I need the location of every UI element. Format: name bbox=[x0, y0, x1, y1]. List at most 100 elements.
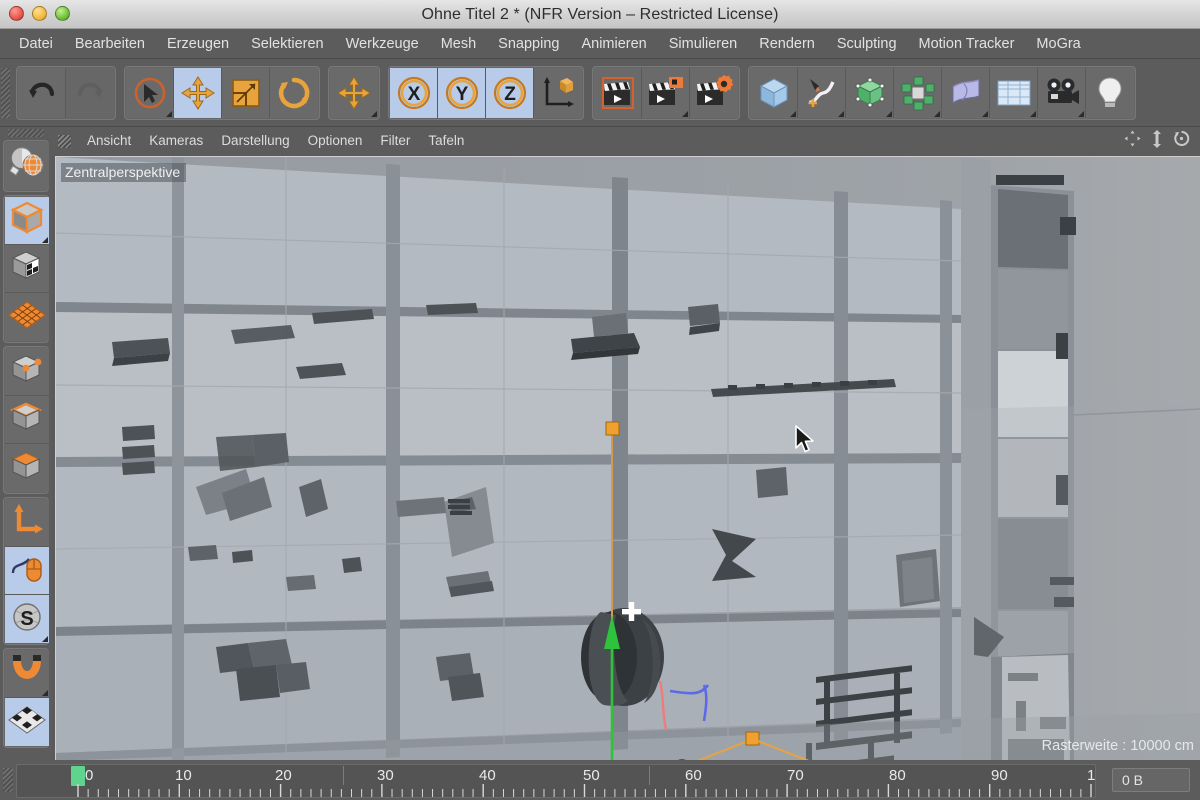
timeline-ruler[interactable]: 0 10 20 30 40 50 60 70 80 90 100 bbox=[16, 764, 1096, 798]
viewport-menu-ansicht[interactable]: Ansicht bbox=[78, 127, 140, 155]
viewport-3d[interactable]: Zentralperspektive Rasterweite : 10000 c… bbox=[55, 156, 1200, 760]
workplane-snap-button[interactable] bbox=[5, 698, 49, 746]
lock-z-button[interactable]: Z bbox=[486, 67, 534, 118]
left-group-render-preview bbox=[3, 140, 49, 192]
workplane-mode-button[interactable] bbox=[5, 293, 49, 341]
viewport-menu-kameras[interactable]: Kameras bbox=[140, 127, 212, 155]
toolbar-group-transform bbox=[124, 65, 320, 120]
rotate-circle-icon bbox=[275, 74, 313, 112]
left-toolbar-grip[interactable] bbox=[8, 129, 44, 137]
menu-item-datei[interactable]: Datei bbox=[8, 29, 64, 59]
viewport-menu-filter[interactable]: Filter bbox=[371, 127, 419, 155]
add-mograph-button[interactable] bbox=[894, 67, 942, 118]
lock-y-button[interactable]: Y bbox=[438, 67, 486, 118]
menu-item-erzeugen[interactable]: Erzeugen bbox=[156, 29, 240, 59]
viewport-grip[interactable] bbox=[58, 134, 71, 148]
menu-item-snapping[interactable]: Snapping bbox=[487, 29, 570, 59]
polygons-mode-button[interactable] bbox=[5, 444, 49, 492]
render-region-button[interactable] bbox=[642, 67, 690, 118]
toolbar-grip[interactable] bbox=[1, 67, 10, 118]
title-bar: Ohne Titel 2 * (NFR Version – Restricted… bbox=[0, 0, 1200, 29]
tool-options-corner[interactable] bbox=[682, 110, 688, 117]
lock-x-button[interactable]: X bbox=[390, 67, 438, 118]
viewport-solo-button[interactable] bbox=[5, 547, 49, 595]
timeline-label-90: 90 bbox=[991, 767, 1008, 784]
add-nurbs-button[interactable] bbox=[846, 67, 894, 118]
object-mode-button[interactable] bbox=[5, 197, 49, 245]
tool-options-corner[interactable] bbox=[982, 110, 988, 117]
viewport-menu-bar: Ansicht Kameras Darstellung Optionen Fil… bbox=[52, 127, 1200, 155]
viewport-grid-info: Rasterweite : 10000 cm bbox=[1041, 738, 1194, 754]
menu-item-animieren[interactable]: Animieren bbox=[570, 29, 657, 59]
pan-view-icon[interactable] bbox=[1124, 130, 1141, 152]
render-settings-button[interactable] bbox=[690, 67, 738, 118]
clapperboard-region-icon bbox=[646, 74, 686, 112]
add-scene-object-button[interactable] bbox=[990, 67, 1038, 118]
tool-options-corner[interactable] bbox=[371, 110, 377, 117]
timeline-label-70: 70 bbox=[787, 767, 804, 784]
viewport-menu-optionen[interactable]: Optionen bbox=[299, 127, 372, 155]
move-tool-button[interactable] bbox=[174, 67, 222, 118]
soft-selection-button[interactable]: S bbox=[5, 595, 49, 643]
texture-mode-button[interactable] bbox=[5, 245, 49, 293]
menu-item-bearbeiten[interactable]: Bearbeiten bbox=[64, 29, 156, 59]
tool-options-corner[interactable] bbox=[934, 110, 940, 117]
menu-bar: Datei Bearbeiten Erzeugen Selektieren We… bbox=[0, 29, 1200, 59]
tool-options-corner[interactable] bbox=[42, 237, 48, 243]
bend-deformer-icon bbox=[947, 74, 985, 112]
redo-button[interactable] bbox=[66, 67, 114, 118]
s-sphere-icon: S bbox=[7, 598, 47, 641]
render-view-button[interactable] bbox=[594, 67, 642, 118]
rotate-view-icon[interactable] bbox=[1173, 130, 1190, 152]
timeline-label-100: 100 bbox=[1087, 767, 1096, 784]
tool-options-corner[interactable] bbox=[1078, 110, 1084, 117]
scale-tool-button[interactable] bbox=[222, 67, 270, 118]
timeline-grip[interactable] bbox=[3, 768, 13, 792]
tool-options-corner[interactable] bbox=[790, 110, 796, 117]
menu-item-werkzeuge[interactable]: Werkzeuge bbox=[335, 29, 430, 59]
left-group-mode bbox=[3, 195, 49, 343]
timeline-playhead[interactable] bbox=[71, 766, 85, 786]
world-coordinates-button[interactable] bbox=[534, 67, 582, 118]
tool-options-corner[interactable] bbox=[886, 110, 892, 117]
menu-item-motion-tracker[interactable]: Motion Tracker bbox=[908, 29, 1026, 59]
floor-grid-icon bbox=[995, 74, 1033, 112]
svg-text:S: S bbox=[20, 608, 33, 630]
menu-item-mograph[interactable]: MoGra bbox=[1025, 29, 1091, 59]
move-arrows-icon bbox=[335, 74, 373, 112]
menu-item-sculpting[interactable]: Sculpting bbox=[826, 29, 908, 59]
tool-options-corner[interactable] bbox=[166, 110, 172, 117]
enable-snap-button[interactable] bbox=[5, 650, 49, 698]
toolbar-group-history bbox=[16, 65, 116, 120]
menu-item-selektieren[interactable]: Selektieren bbox=[240, 29, 335, 59]
dolly-view-icon[interactable] bbox=[1150, 129, 1164, 153]
edges-mode-button[interactable] bbox=[5, 396, 49, 444]
select-tool-button[interactable] bbox=[126, 67, 174, 118]
add-deformer-button[interactable] bbox=[942, 67, 990, 118]
tool-options-corner[interactable] bbox=[42, 690, 48, 696]
timeline-divider bbox=[649, 766, 650, 785]
timeline-label-80: 80 bbox=[889, 767, 906, 784]
memory-usage-field[interactable]: 0 B bbox=[1112, 768, 1190, 792]
light-bulb-icon bbox=[1091, 74, 1129, 112]
tool-options-corner[interactable] bbox=[1030, 110, 1036, 117]
viewport-menu-tafeln[interactable]: Tafeln bbox=[419, 127, 473, 155]
add-light-button[interactable] bbox=[1086, 67, 1134, 118]
viewport-menu-darstellung[interactable]: Darstellung bbox=[212, 127, 298, 155]
menu-item-mesh[interactable]: Mesh bbox=[430, 29, 487, 59]
move-axis-button[interactable] bbox=[330, 67, 378, 118]
menu-item-simulieren[interactable]: Simulieren bbox=[658, 29, 749, 59]
tool-options-corner[interactable] bbox=[42, 636, 48, 642]
material-preview-button[interactable] bbox=[5, 142, 49, 190]
menu-item-rendern[interactable]: Rendern bbox=[748, 29, 826, 59]
add-camera-button[interactable] bbox=[1038, 67, 1086, 118]
magnet-icon bbox=[7, 652, 47, 695]
tool-options-corner[interactable] bbox=[838, 110, 844, 117]
undo-button[interactable] bbox=[18, 67, 66, 118]
points-mode-button[interactable] bbox=[5, 348, 49, 396]
add-primitive-button[interactable] bbox=[750, 67, 798, 118]
left-group-component bbox=[3, 346, 49, 494]
rotate-tool-button[interactable] bbox=[270, 67, 318, 118]
enable-axis-button[interactable] bbox=[5, 499, 49, 547]
add-spline-button[interactable] bbox=[798, 67, 846, 118]
